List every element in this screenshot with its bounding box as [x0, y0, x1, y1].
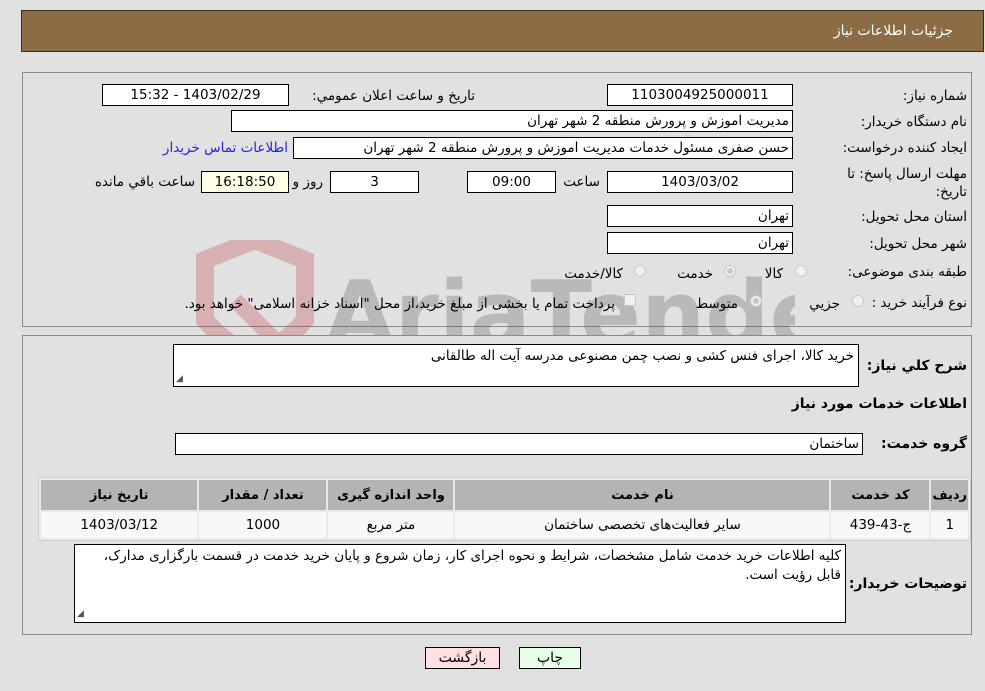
deadline-date-field: 1403/03/02 [607, 171, 793, 193]
process-option-minor: جزيي [809, 296, 840, 312]
province-field: تهران [607, 205, 793, 227]
deadline-time-field: 09:00 [467, 171, 556, 193]
cell-service-code: ج-43-439 [831, 512, 930, 538]
service-group-field: ساختمان [175, 433, 863, 455]
category-option-goods-service: کالا/خدمت [564, 266, 623, 282]
buyer-org-field: مدیریت اموزش و پرورش منطقه 2 شهر تهران [231, 110, 793, 132]
treasury-checkbox[interactable] [624, 294, 636, 306]
buyer-notes-label: توضيحات خريدار: [848, 576, 967, 592]
days-label: روز و [292, 174, 323, 190]
city-field: تهران [607, 232, 793, 254]
col-header-service-code: کد خدمت [831, 480, 930, 510]
cell-row-number: 1 [931, 512, 968, 538]
category-radio-goods[interactable] [795, 265, 807, 277]
province-label: استان محل تحویل: [861, 209, 967, 225]
category-label: طبقه بندی موضوعی: [847, 264, 967, 280]
announce-datetime-label: تاریخ و ساعت اعلان عمومي: [312, 88, 475, 104]
resize-grip-icon[interactable]: ◢ [77, 609, 84, 619]
remaining-time-label: ساعت باقي مانده [94, 174, 195, 190]
back-button[interactable]: بازگشت [425, 647, 500, 669]
requester-label: ایجاد کننده درخواست: [842, 140, 967, 156]
col-header-row-number: رديف [931, 480, 968, 510]
deadline-time-label: ساعت [563, 174, 600, 190]
buyer-contact-link[interactable]: اطلاعات تماس خریدار [163, 140, 288, 156]
services-table: رديف کد خدمت نام خدمت واحد اندازه گیری ت… [38, 477, 971, 541]
resize-grip-icon[interactable]: ◢ [176, 374, 183, 384]
announce-datetime-field: 1403/02/29 - 15:32 [102, 84, 289, 106]
remaining-days-field: 3 [330, 171, 419, 193]
process-radio-minor[interactable] [852, 295, 864, 307]
category-radio-goods-service[interactable] [634, 265, 646, 277]
need-number-label: شماره نیاز: [902, 88, 967, 104]
buyer-org-label: نام دستگاه خريدار: [860, 114, 967, 130]
print-button[interactable]: چاپ [519, 647, 581, 669]
col-header-need-date: تاریخ نیاز [41, 480, 198, 510]
process-option-medium: متوسط [695, 296, 738, 312]
cell-quantity: 1000 [199, 512, 327, 538]
page-title: جزئیات اطلاعات نیاز [833, 23, 953, 39]
city-label: شهر محل تحویل: [869, 236, 967, 252]
buyer-notes-textarea[interactable] [74, 544, 846, 623]
table-row: 1 ج-43-439 سایر فعالیت‌های تخصصی ساختمان… [41, 512, 968, 538]
purchase-process-label: نوع فرآیند خرید : [871, 295, 967, 311]
category-radio-service[interactable] [724, 265, 736, 277]
process-radio-medium[interactable] [750, 295, 762, 307]
need-number-field: 1103004925000011 [607, 84, 793, 106]
cell-service-name: سایر فعالیت‌های تخصصی ساختمان [455, 512, 830, 538]
deadline-label: مهلت ارسال پاسخ: تا تاریخ: [847, 166, 967, 200]
category-option-service: خدمت [677, 266, 713, 282]
remaining-time-field: 16:18:50 [201, 171, 289, 193]
table-header-row: رديف کد خدمت نام خدمت واحد اندازه گیری ت… [41, 480, 968, 510]
summary-label: شرح کلي نياز: [866, 358, 967, 374]
col-header-quantity: تعداد / مقدار [199, 480, 327, 510]
services-section-title: اطلاعات خدمات مورد نياز [791, 396, 967, 412]
cell-unit: متر مربع [328, 512, 454, 538]
cell-need-date: 1403/03/12 [41, 512, 198, 538]
col-header-unit: واحد اندازه گیری [328, 480, 454, 510]
treasury-note: پرداخت تمام یا بخشی از مبلغ خرید،از محل … [184, 296, 615, 312]
requester-field: حسن صفری مسئول خدمات مدیریت اموزش و پرور… [293, 137, 793, 159]
service-group-label: گروه خدمت: [881, 436, 967, 452]
category-option-goods: کالا [764, 266, 783, 282]
col-header-service-name: نام خدمت [455, 480, 830, 510]
page-header: جزئیات اطلاعات نیاز [21, 10, 984, 52]
summary-textarea[interactable] [173, 344, 859, 387]
